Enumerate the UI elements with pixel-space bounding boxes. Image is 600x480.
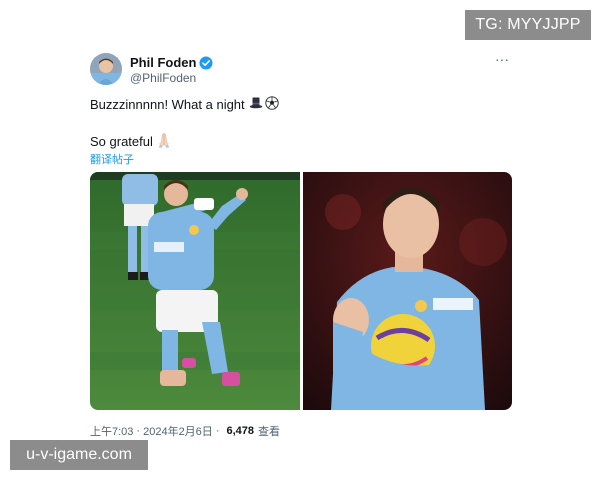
tweet-card: Phil Foden @PhilFoden ··· Buzzzinnnnn! W… [90,52,512,438]
tweet-date[interactable]: 2024年2月6日 [143,423,213,439]
photo-match-ball[interactable] [303,172,512,410]
watermark-bottom: u-v-igame.com [10,440,148,470]
views-label: 查看 [258,426,281,438]
tweet-meta: 上午7:03 · 2024年2月6日 · 6,478 查看 [90,423,280,439]
tweet-media-grid [90,172,512,410]
more-options-icon[interactable]: ··· [492,52,512,68]
screenshot-page: TG: MYYJJPP Phil Foden @PhilFoden ··· Bu… [0,0,600,480]
top-hat-icon [249,96,263,113]
tweet-text-2: So grateful [90,134,153,149]
tweet-text-line-2: So grateful [90,132,171,151]
meta-separator: · [136,425,141,437]
tweet-text: Buzzzinnnnn! What a night [90,97,245,112]
tweet-text-line-1: Buzzzinnnnn! What a night [90,96,279,113]
display-name[interactable]: Phil Foden [130,55,196,70]
watermark-top: TG: MYYJJPP [465,10,591,40]
verified-badge-icon [199,56,213,70]
views-count: 6,478 [226,425,255,437]
soccer-ball-icon [265,96,279,113]
avatar[interactable] [90,53,122,85]
name-row: Phil Foden [130,55,213,70]
meta-separator-2: · [215,425,220,437]
photo-celebration[interactable] [90,172,300,410]
translate-post-link[interactable]: 翻译帖子 [90,151,134,167]
praying-hands-icon [157,132,171,151]
tweet-header: Phil Foden @PhilFoden ··· [90,52,512,88]
user-handle[interactable]: @PhilFoden [130,71,196,85]
tweet-time[interactable]: 上午7:03 [90,423,133,439]
